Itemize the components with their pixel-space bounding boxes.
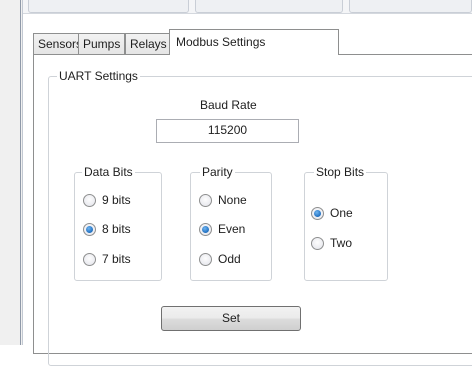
radio-label: Odd <box>218 252 241 266</box>
upper-panel-segment <box>28 0 189 13</box>
parity-title: Parity <box>200 165 235 179</box>
radio-7-bits[interactable]: 7 bits <box>83 252 131 266</box>
radio-button[interactable] <box>83 222 96 236</box>
frame-border <box>20 0 21 345</box>
radio-button[interactable] <box>199 252 212 266</box>
stop-bits-group: Stop Bits <box>304 165 388 281</box>
window-frame-edge <box>0 0 23 345</box>
tab-relays[interactable]: Relays <box>125 33 172 55</box>
baud-rate-input[interactable]: 115200 <box>156 119 299 143</box>
radio-label: 9 bits <box>102 193 131 207</box>
tab-pumps[interactable]: Pumps <box>78 33 126 55</box>
radio-button[interactable] <box>199 193 212 207</box>
stop-bits-title: Stop Bits <box>314 165 367 179</box>
set-button[interactable]: Set <box>161 306 301 331</box>
radio-label: 8 bits <box>102 222 131 236</box>
upper-panel-segment <box>349 0 472 13</box>
radio-label: Two <box>330 236 353 250</box>
radio-even[interactable]: Even <box>199 222 245 236</box>
tab-modbus-settings[interactable]: Modbus Settings <box>169 29 339 55</box>
radio-label: Even <box>218 222 246 236</box>
data-bits-title: Data Bits <box>82 165 135 179</box>
radio-8-bits[interactable]: 8 bits <box>83 222 131 236</box>
radio-button[interactable] <box>83 193 96 207</box>
radio-none[interactable]: None <box>199 193 247 207</box>
radio-one[interactable]: One <box>311 206 353 220</box>
modbus-settings-page: UART Settings Baud Rate 115200 Data Bits… <box>33 54 472 366</box>
radio-label: None <box>218 193 247 207</box>
radio-button[interactable] <box>311 236 324 250</box>
radio-two[interactable]: Two <box>311 236 352 250</box>
radio-9-bits[interactable]: 9 bits <box>83 193 131 207</box>
radio-label: 7 bits <box>102 252 131 266</box>
upper-panel-segment <box>195 0 343 13</box>
radio-odd[interactable]: Odd <box>199 252 241 266</box>
uart-settings-title: UART Settings <box>57 69 140 83</box>
radio-button[interactable] <box>83 252 96 266</box>
radio-button[interactable] <box>199 222 212 236</box>
baud-rate-label: Baud Rate <box>200 98 257 112</box>
radio-label: One <box>330 206 353 220</box>
radio-button[interactable] <box>311 206 324 220</box>
upper-control-strip <box>23 0 472 14</box>
